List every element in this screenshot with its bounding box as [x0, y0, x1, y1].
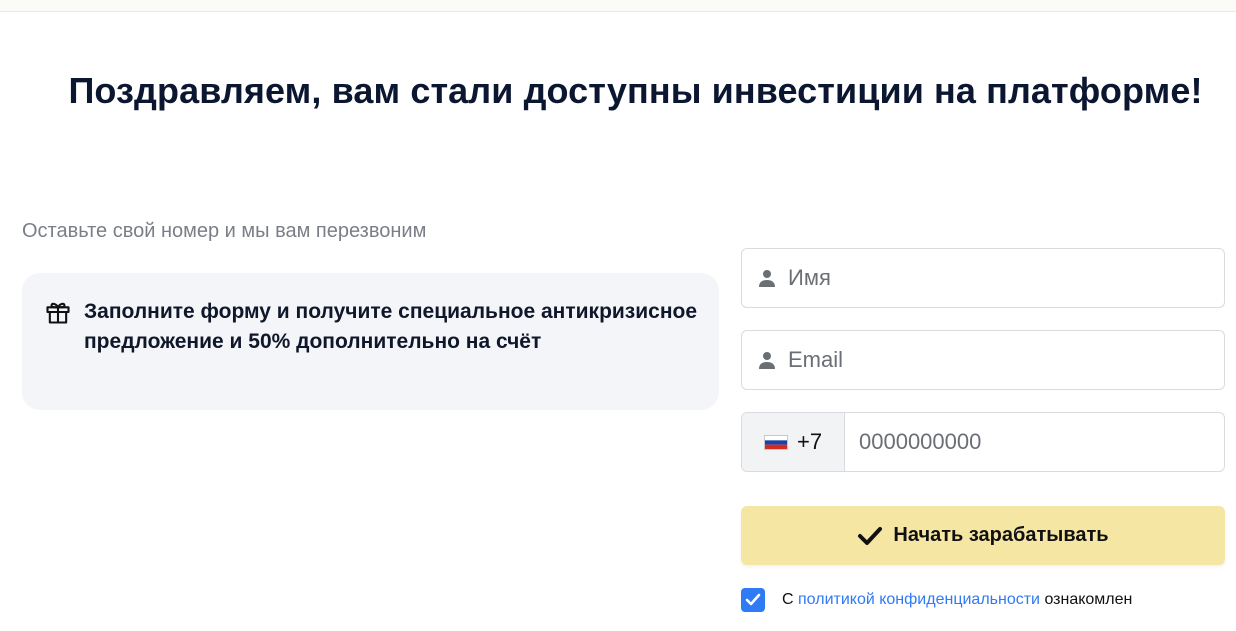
russia-flag-icon — [764, 434, 788, 450]
start-earning-button[interactable]: Начать зарабатывать — [741, 506, 1225, 565]
name-field[interactable] — [741, 248, 1225, 308]
privacy-consent: С политикой конфиденциальности ознакомле… — [741, 588, 1132, 612]
user-icon — [759, 270, 775, 287]
form-subtitle: Оставьте свой номер и мы вам перезвоним — [22, 220, 427, 242]
phone-field[interactable]: +7 — [741, 412, 1225, 472]
promo-banner: Заполните форму и получите специальное а… — [22, 273, 719, 410]
page-title: Поздравляем, вам стали доступны инвестиц… — [68, 70, 1203, 111]
consent-text: С политикой конфиденциальности ознакомле… — [782, 591, 1132, 609]
checkmark-icon — [858, 526, 883, 545]
promo-text: Заполните форму и получите специальное а… — [84, 300, 698, 353]
consent-prefix: С — [782, 591, 794, 608]
privacy-policy-link[interactable]: политикой конфиденциальности — [798, 591, 1040, 608]
country-code: +7 — [797, 429, 823, 454]
consent-suffix: ознакомлен — [1044, 591, 1133, 608]
name-input[interactable] — [788, 265, 1188, 291]
gift-icon — [46, 302, 70, 324]
top-border — [0, 0, 1236, 12]
checkbox-check-icon — [745, 593, 761, 606]
consent-checkbox[interactable] — [741, 588, 765, 612]
email-field[interactable] — [741, 330, 1225, 390]
user-icon — [759, 352, 775, 369]
country-selector[interactable]: +7 — [742, 413, 845, 471]
email-input[interactable] — [788, 347, 1188, 373]
submit-label: Начать зарабатывать — [893, 524, 1109, 546]
phone-input[interactable] — [845, 413, 1215, 471]
